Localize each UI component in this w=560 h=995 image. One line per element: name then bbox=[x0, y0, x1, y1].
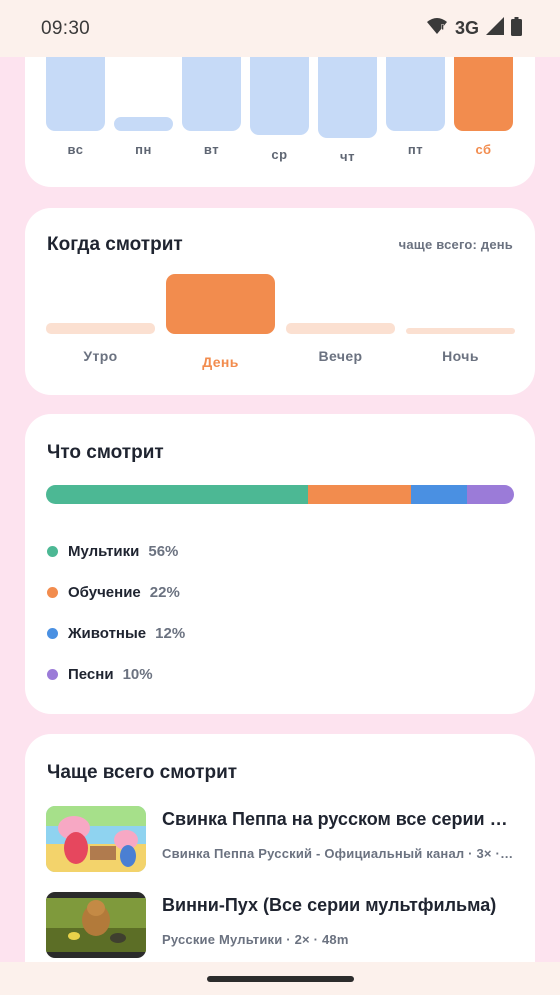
top-videos-card: Чаще всего смотрит Свинка Пеппа на русск… bbox=[25, 734, 535, 995]
legend-percent: 10% bbox=[122, 666, 153, 683]
legend-name: Животные bbox=[68, 625, 147, 642]
home-gesture-handle[interactable] bbox=[207, 976, 354, 982]
weekday-label: сб bbox=[475, 142, 492, 157]
video-title: Винни-Пух (Все серии мультфильма) bbox=[162, 895, 497, 915]
network-type: 3G bbox=[454, 18, 479, 38]
weekday-label: вс bbox=[67, 142, 84, 157]
legend-percent: 12% bbox=[155, 625, 186, 642]
time-slot-label: Утро bbox=[83, 348, 118, 364]
time-slot-label: Ночь bbox=[442, 348, 479, 364]
when-watches-title: Когда смотрит bbox=[47, 234, 183, 255]
legend-percent: 22% bbox=[149, 584, 180, 601]
weekday-label: пт bbox=[407, 142, 424, 157]
weekday-bar-1 bbox=[114, 117, 173, 131]
status-icons: 3G bbox=[426, 16, 522, 41]
top-videos-title: Чаще всего смотрит bbox=[47, 762, 238, 783]
legend-item: Обучение 22% bbox=[47, 584, 180, 601]
legend-name: Песни bbox=[68, 666, 114, 683]
status-time: 09:30 bbox=[41, 17, 91, 39]
video-subtitle: Русские Мультики · 2× · 48m bbox=[162, 932, 349, 947]
category-share-bar bbox=[46, 485, 514, 504]
battery-icon bbox=[511, 16, 522, 41]
legend-item: Животные 12% bbox=[47, 625, 185, 642]
legend-item: Песни 10% bbox=[47, 666, 153, 683]
video-item[interactable]: Винни-Пух (Все серии мультфильма) Русски… bbox=[46, 892, 516, 958]
video-subtitle: Свинка Пеппа Русский - Официальный канал… bbox=[162, 846, 516, 861]
legend-dot bbox=[47, 587, 58, 598]
category-segment-0 bbox=[46, 485, 309, 504]
navigation-bar bbox=[0, 962, 560, 995]
weekday-label: вт bbox=[203, 142, 220, 157]
legend-dot bbox=[47, 546, 58, 557]
time-slot-bar-2 bbox=[286, 323, 395, 334]
legend-dot bbox=[47, 669, 58, 680]
time-slot-bar-1 bbox=[166, 274, 275, 334]
weekday-label: пн bbox=[135, 142, 152, 157]
video-title: Свинка Пеппа на русском все серии подряд bbox=[162, 809, 516, 829]
weekday-label: чт bbox=[340, 149, 355, 164]
video-item[interactable]: Свинка Пеппа на русском все серии подряд… bbox=[46, 806, 516, 872]
category-segment-2 bbox=[411, 485, 468, 504]
what-watches-title: Что смотрит bbox=[47, 442, 164, 463]
time-slot-bar-0 bbox=[46, 323, 155, 334]
time-slot-label: Вечер bbox=[318, 348, 363, 364]
cell-signal-icon bbox=[486, 17, 504, 40]
weekday-label: ср bbox=[271, 147, 288, 162]
time-slot-bar-3 bbox=[406, 328, 515, 334]
winnie-thumbnail bbox=[46, 892, 146, 958]
peppa-thumbnail bbox=[46, 806, 146, 872]
legend-name: Обучение bbox=[68, 584, 141, 601]
category-segment-3 bbox=[467, 485, 514, 504]
legend-dot bbox=[47, 628, 58, 639]
legend-name: Мультики bbox=[68, 543, 140, 560]
status-bar: 09:30 3G bbox=[0, 0, 560, 57]
when-watches-card: Когда смотрит чаще всего: день Утро День В… bbox=[25, 208, 535, 395]
legend-percent: 56% bbox=[148, 543, 179, 560]
what-watches-card: Что смотрит Мультики 56% Обучение 22% Животн… bbox=[25, 414, 535, 714]
time-slot-label: День bbox=[202, 354, 239, 370]
legend-item: Мультики 56% bbox=[47, 543, 178, 560]
category-segment-1 bbox=[308, 485, 412, 504]
wifi-alert-icon bbox=[426, 17, 448, 40]
when-watches-hint: чаще всего: день bbox=[398, 237, 513, 252]
